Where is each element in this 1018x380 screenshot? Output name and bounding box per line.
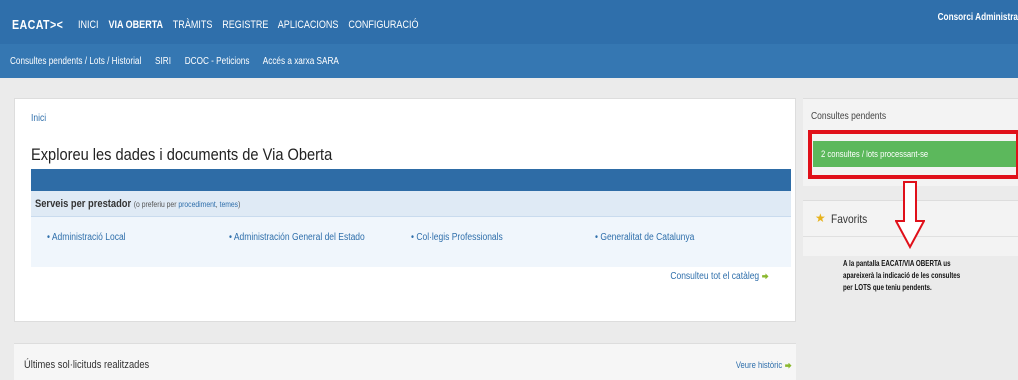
- annotation-line: apareixerà la indicació de les consultes: [843, 271, 961, 280]
- page-title: Exploreu les dades i documents de Via Ob…: [31, 145, 333, 164]
- sub-menu: Consultes pendents / Lots / Historial SI…: [10, 56, 350, 67]
- submenu-item-siri[interactable]: SIRI: [155, 56, 171, 67]
- top-navigation-bar: EACAT>< INICI VIA OBERTA TRÀMITS REGISTR…: [0, 0, 1018, 44]
- submenu-item-consultes[interactable]: Consultes pendents / Lots / Historial: [10, 56, 141, 67]
- title-band: [31, 169, 791, 191]
- highlight-frame: [808, 130, 1018, 179]
- brand-logo[interactable]: EACAT><: [12, 17, 63, 32]
- pending-queries-title: Consultes pendents: [811, 111, 887, 122]
- user-menu[interactable]: Consorci Administra: [938, 12, 1018, 23]
- down-arrow-icon: [895, 181, 925, 249]
- submenu-item-sara[interactable]: Accés a xarxa SARA: [263, 56, 339, 67]
- service-link-collegis[interactable]: Col·legis Professionals: [411, 232, 502, 243]
- main-menu: INICI VIA OBERTA TRÀMITS REGISTRE APLICA…: [78, 19, 426, 31]
- menu-item-aplicacions[interactable]: APLICACIONS: [278, 19, 339, 31]
- services-hint: (o preferiu per procediment, temes): [134, 200, 241, 209]
- arrow-right-icon: [762, 273, 769, 280]
- recent-requests-panel: Últimes sol·licituds realitzades Veure h…: [14, 343, 796, 380]
- menu-item-inici[interactable]: INICI: [78, 19, 99, 31]
- menu-item-configuracio[interactable]: CONFIGURACIÓ: [348, 19, 418, 31]
- services-box: Serveis per prestador (o preferiu per pr…: [31, 191, 791, 267]
- favorites-title: Favorits: [831, 212, 868, 226]
- history-link[interactable]: Veure històric: [736, 360, 792, 370]
- breadcrumb[interactable]: Inici: [31, 113, 46, 124]
- arrow-right-icon: [785, 362, 792, 369]
- service-link-administracio-local[interactable]: Administració Local: [47, 232, 126, 243]
- services-title-text: Serveis per prestador: [35, 198, 132, 210]
- menu-item-tramits[interactable]: TRÀMITS: [173, 19, 213, 31]
- recent-requests-title: Últimes sol·licituds realitzades: [24, 359, 150, 371]
- annotation-note: A la pantalla EACAT/VIA OBERTA us aparei…: [843, 258, 983, 294]
- services-title: Serveis per prestador (o preferiu per pr…: [35, 198, 240, 210]
- menu-item-registre[interactable]: REGISTRE: [222, 19, 268, 31]
- service-link-administracion-general[interactable]: Administración General del Estado: [229, 232, 365, 243]
- explore-panel: Inici Exploreu les dades i documents de …: [14, 98, 796, 322]
- history-link-label: Veure històric: [736, 360, 783, 370]
- services-hint-prefix: (o preferiu per: [133, 200, 179, 209]
- services-hint-suffix: ): [238, 200, 241, 209]
- service-link-generalitat[interactable]: Generalitat de Catalunya: [595, 232, 694, 243]
- star-icon: ★: [815, 211, 826, 225]
- services-header: Serveis per prestador (o preferiu per pr…: [31, 191, 791, 217]
- catalog-link-label: Consulteu tot el catàleg: [670, 271, 760, 282]
- annotation-line: A la pantalla EACAT/VIA OBERTA us: [843, 259, 951, 268]
- catalog-link[interactable]: Consulteu tot el catàleg: [671, 271, 769, 282]
- procediment-link[interactable]: procediment: [178, 200, 215, 209]
- submenu-item-dcoc[interactable]: DCOC - Peticions: [185, 56, 250, 67]
- temes-link[interactable]: temes: [220, 200, 239, 209]
- sub-navigation-bar: Consultes pendents / Lots / Historial SI…: [0, 44, 1018, 78]
- menu-item-via-oberta[interactable]: VIA OBERTA: [108, 19, 163, 31]
- annotation-line: per LOTS que teniu pendents.: [843, 283, 932, 292]
